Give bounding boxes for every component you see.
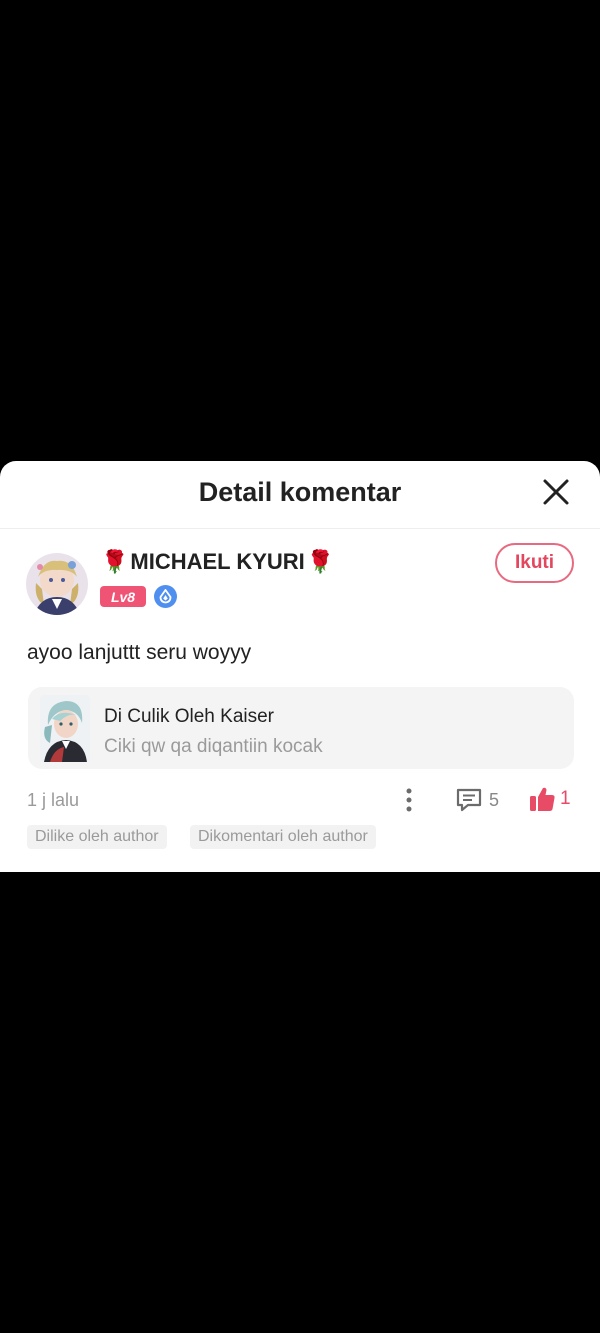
chapter-thumbnail <box>40 695 90 762</box>
liked-by-author-tag: Dilike oleh author <box>27 825 167 849</box>
reply-count: 5 <box>489 789 500 810</box>
username-text: MICHAEL KYURI <box>130 549 305 574</box>
comment-icon <box>456 788 482 812</box>
user-avatar[interactable] <box>26 553 88 615</box>
level-badge: Lv8 <box>100 586 146 607</box>
rose-emoji-left: 🌹 <box>101 549 129 574</box>
reply-button[interactable]: 5 <box>455 785 499 815</box>
sheet-title: Detail komentar <box>198 477 402 507</box>
thumbs-up-icon <box>530 787 555 811</box>
more-vertical-icon <box>406 788 412 812</box>
commented-by-author-tag: Dikomentari oleh author <box>190 825 376 849</box>
close-icon <box>543 479 569 505</box>
gem-badge-icon <box>154 585 177 608</box>
comment-time: 1 j lalu <box>27 790 80 810</box>
comment-text: ayoo lanjuttt seru woyyy <box>27 641 252 664</box>
username[interactable]: 🌹 MICHAEL KYURI 🌹 <box>101 549 334 575</box>
comment-detail-sheet: Detail komentar 🌹 MICHAEL KYURI 🌹 Lv8 Ik… <box>0 461 600 872</box>
chapter-subtitle: Ciki qw qa diqantiin kocak <box>104 736 323 757</box>
like-count: 1 <box>560 788 571 809</box>
follow-button[interactable]: Ikuti <box>495 543 574 583</box>
rose-emoji-right: 🌹 <box>306 549 335 574</box>
chapter-card[interactable]: Di Culik Oleh Kaiser Ciki qw qa diqantii… <box>28 687 574 769</box>
chapter-title: Di Culik Oleh Kaiser <box>104 706 274 727</box>
close-button[interactable] <box>542 478 570 506</box>
sheet-header: Detail komentar <box>0 461 600 529</box>
like-button[interactable]: 1 <box>528 783 571 815</box>
more-options-button[interactable] <box>398 785 420 815</box>
